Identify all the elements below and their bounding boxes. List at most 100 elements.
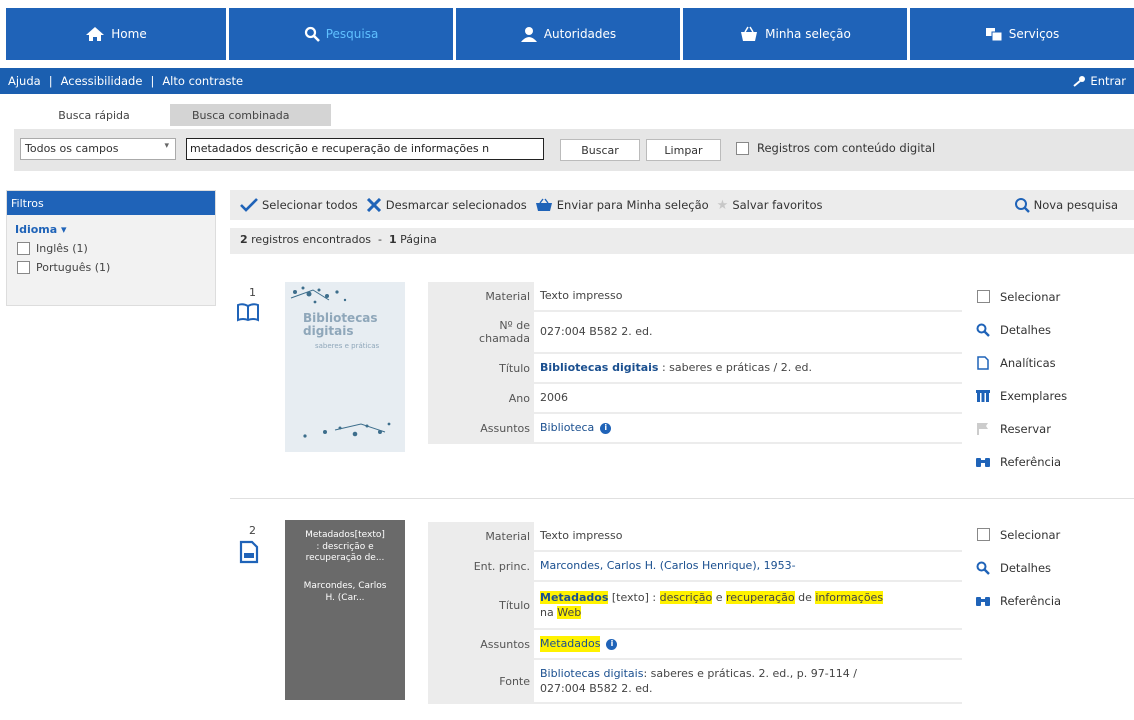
field-label: Ent. princ. [473, 559, 530, 573]
title-link[interactable]: Metadados [540, 590, 609, 604]
checkbox-icon[interactable] [976, 528, 990, 542]
document-icon [976, 355, 990, 370]
cover-text-line: Metadados[texto] [305, 530, 385, 540]
search-tabs: Busca rápida Busca combinada [18, 104, 331, 126]
nav-home-label: Home [111, 27, 147, 41]
filter-option-ingles[interactable]: Inglês (1) [7, 236, 215, 255]
field-label: Assuntos [480, 421, 530, 435]
highlight-term: Web [557, 606, 582, 619]
author-link[interactable]: Marcondes, Carlos H. (Carlos Henrique), … [540, 558, 796, 573]
checkbox-icon[interactable] [976, 290, 990, 304]
source-text: 027:004 B582 2. ed. [540, 682, 653, 695]
info-icon[interactable]: i [600, 422, 612, 434]
filter-group-idioma[interactable]: Idioma ▾ [7, 215, 215, 236]
basket-icon [741, 26, 758, 41]
source-link[interactable]: Bibliotecas digitais [540, 667, 643, 680]
send-to-selection-button[interactable]: Enviar para Minha seleção [535, 198, 709, 212]
field-select[interactable]: Todos os campos ▾ [20, 138, 176, 160]
filter-group-label: Idioma [15, 223, 58, 236]
title-text: [texto] : [608, 590, 660, 604]
action-analiticas[interactable]: Analíticas [976, 346, 1067, 379]
book-cover-1[interactable]: Bibliotecas digitais saberes e práticas [285, 282, 405, 452]
filter-option-portugues[interactable]: Português (1) [7, 255, 215, 274]
field-label-line: chamada [479, 332, 530, 345]
search-input[interactable]: metadados descrição e recuperação de inf… [186, 138, 544, 160]
title-link[interactable]: Bibliotecas digitais [540, 360, 658, 375]
field-fonte: Fonte Bibliotecas digitais: saberes e pr… [428, 660, 962, 704]
save-favorites-button[interactable]: ★ Salvar favoritos [717, 198, 823, 213]
secondary-bar: Ajuda | Acessibilidade | Alto contraste … [0, 68, 1134, 94]
field-label: Nº de chamada [428, 312, 534, 352]
nav-servicos-label: Serviços [1008, 27, 1060, 41]
login-link[interactable]: Entrar [1073, 74, 1126, 88]
action-referencia[interactable]: Referência [976, 445, 1067, 478]
new-search-button[interactable]: Nova pesquisa [1014, 197, 1118, 213]
search-button[interactable]: Buscar [560, 139, 640, 161]
caret-down-icon: ▾ [61, 223, 67, 236]
home-icon [86, 27, 105, 41]
filter-checkbox[interactable] [17, 261, 30, 274]
link-ajuda[interactable]: Ajuda [8, 74, 41, 88]
record-number: 1 [249, 286, 256, 299]
book-cover-2[interactable]: Metadados[texto] : descrição e recuperaç… [285, 520, 405, 700]
action-label: Detalhes [1000, 560, 1052, 575]
nav-minha-selecao[interactable]: Minha seleção [683, 8, 907, 60]
action-label: Analíticas [1000, 355, 1056, 370]
action-detalhes[interactable]: Detalhes [976, 313, 1067, 346]
deselect-button[interactable]: Desmarcar selecionados [366, 198, 527, 212]
results-toolbar: Selecionar todos Desmarcar selecionados … [230, 190, 1134, 220]
nav-minha-selecao-label: Minha seleção [765, 27, 851, 41]
field-value: Bibliotecas digitais: saberes e práticas… [534, 660, 962, 702]
results-count: 2 [240, 233, 248, 246]
tab-busca-rapida[interactable]: Busca rápida [18, 104, 170, 126]
search-bar: Todos os campos ▾ metadados descrição e … [14, 129, 1134, 171]
nav-autoridades[interactable]: Autoridades [456, 8, 680, 60]
link-acessibilidade[interactable]: Acessibilidade [61, 74, 143, 88]
link-alto-contraste[interactable]: Alto contraste [162, 74, 243, 88]
field-value: 2006 [534, 384, 962, 412]
digital-content-label: Registros com conteúdo digital [757, 141, 936, 155]
dropdown-caret-icon: ▾ [164, 141, 169, 151]
results-count-text: registros encontrados - [247, 233, 389, 246]
select-all-label: Selecionar todos [262, 198, 358, 212]
highlight-term: informações [815, 590, 884, 604]
cover-title: Bibliotecas digitais [303, 311, 378, 338]
title-text: de [794, 590, 816, 604]
nav-home[interactable]: Home [6, 8, 226, 60]
filters-panel: Filtros Idioma ▾ Inglês (1) Português (1… [6, 190, 216, 306]
action-exemplares[interactable]: Exemplares [976, 379, 1067, 412]
action-label: Detalhes [1000, 322, 1052, 337]
person-icon [520, 27, 537, 42]
field-value: Bibliotecas digitais : saberes e prática… [534, 354, 962, 382]
filter-checkbox[interactable] [17, 242, 30, 255]
magnifier-icon [976, 561, 990, 575]
nav-autoridades-label: Autoridades [543, 27, 617, 41]
subject-link[interactable]: Biblioteca [540, 420, 594, 435]
action-label: Reservar [1000, 421, 1051, 436]
refresh-search-icon [1014, 198, 1030, 213]
nav-pesquisa[interactable]: Pesquisa [229, 8, 453, 60]
results-summary: 2 registros encontrados - 1 Página [230, 228, 1134, 254]
books-icon [976, 389, 990, 403]
digital-content-filter[interactable]: Registros com conteúdo digital [736, 141, 935, 155]
subject-link[interactable]: Metadados [540, 636, 601, 652]
record-1-details: Material Texto impresso Nº de chamada 02… [428, 282, 962, 444]
info-icon[interactable]: i [606, 638, 618, 650]
tab-busca-combinada[interactable]: Busca combinada [170, 104, 331, 126]
action-detalhes[interactable]: Detalhes [976, 551, 1061, 584]
clear-button[interactable]: Limpar [646, 139, 721, 161]
field-assuntos: Assuntos Metadados i [428, 630, 962, 660]
action-reservar[interactable]: Reservar [976, 412, 1067, 445]
action-selecionar[interactable]: Selecionar [976, 280, 1067, 313]
field-titulo: Título Bibliotecas digitais : saberes e … [428, 354, 962, 384]
action-selecionar[interactable]: Selecionar [976, 518, 1061, 551]
highlight-term: descrição [659, 590, 713, 604]
record-divider [230, 498, 1134, 499]
action-referencia[interactable]: Referência [976, 584, 1061, 617]
binoculars-icon [976, 594, 990, 608]
field-assuntos: Assuntos Biblioteca i [428, 414, 962, 444]
digital-content-checkbox[interactable] [736, 141, 749, 155]
nav-servicos[interactable]: Serviços [910, 8, 1134, 60]
binoculars-icon [976, 455, 990, 469]
select-all-button[interactable]: Selecionar todos [240, 198, 358, 212]
